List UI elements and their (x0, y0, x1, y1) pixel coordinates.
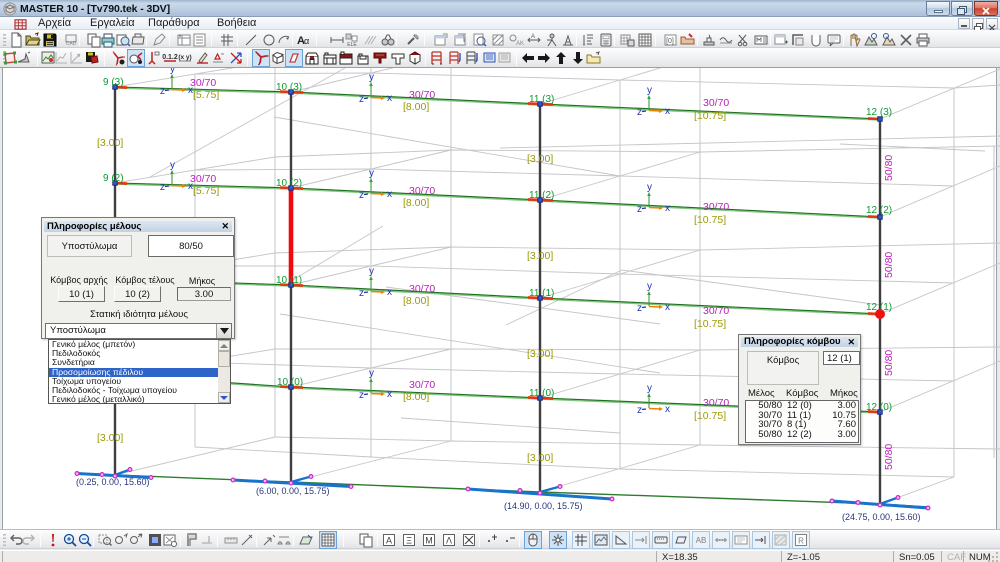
svg-text:x: x (387, 189, 392, 200)
svg-text:α: α (304, 36, 309, 46)
svg-text:[10.75]: [10.75] (694, 110, 726, 122)
svg-text:x: x (188, 181, 193, 192)
svg-text:30/70: 30/70 (409, 89, 435, 101)
svg-text:x: x (665, 302, 670, 313)
svg-text:[5.75]: [5.75] (193, 185, 219, 197)
svg-text:12 (3): 12 (3) (866, 107, 892, 118)
svg-text:z: z (359, 94, 364, 105)
svg-text:z: z (359, 288, 364, 299)
svg-text:0.1.2: 0.1.2 (162, 54, 178, 61)
svg-text:[10.75]: [10.75] (694, 318, 726, 330)
svg-text:9 (3): 9 (3) (103, 77, 124, 88)
svg-text:11 (1): 11 (1) (529, 288, 554, 299)
svg-text:z: z (359, 390, 364, 401)
svg-text:y: y (369, 266, 374, 277)
svg-text:y: y (647, 85, 652, 96)
svg-text:[3.00]: [3.00] (527, 348, 553, 360)
svg-text:[5.75]: [5.75] (193, 89, 219, 101)
svg-text:11 (3): 11 (3) (529, 94, 554, 105)
svg-text:[10.75]: [10.75] (694, 410, 726, 422)
svg-text:(14.90, 0.00, 15.75): (14.90, 0.00, 15.75) (504, 501, 583, 511)
svg-text:x: x (387, 389, 392, 400)
svg-text:50/80: 50/80 (883, 252, 895, 278)
svg-text:y: y (647, 383, 652, 394)
svg-text:10 (2): 10 (2) (276, 178, 302, 189)
svg-text:x: x (665, 404, 670, 415)
svg-text:12 (0): 12 (0) (866, 402, 892, 413)
svg-text:[3.00]: [3.00] (97, 432, 123, 444)
svg-text:[0]: [0] (666, 38, 674, 45)
svg-text:[8.00]: [8.00] (403, 197, 429, 209)
svg-text:[8.00]: [8.00] (403, 101, 429, 113)
svg-text:(6.00, 0.00, 15.75): (6.00, 0.00, 15.75) (256, 486, 330, 496)
svg-text:z: z (160, 182, 165, 193)
svg-text:12 (2): 12 (2) (866, 205, 892, 216)
svg-text:z: z (637, 204, 642, 215)
svg-text:y: y (369, 368, 374, 379)
svg-text:9 (2): 9 (2) (103, 173, 124, 184)
svg-text:z: z (637, 107, 642, 118)
svg-text:30/70: 30/70 (409, 185, 435, 197)
svg-text:[3.00]: [3.00] (527, 153, 553, 165)
svg-text:z: z (359, 190, 364, 201)
svg-text:y: y (369, 168, 374, 179)
svg-text:50/80: 50/80 (883, 350, 895, 376)
svg-text:x: x (665, 203, 670, 214)
svg-text:y: y (647, 182, 652, 193)
svg-text:z: z (637, 303, 642, 314)
svg-text:CAD: CAD (66, 41, 77, 47)
svg-text:A: A (531, 34, 535, 40)
svg-text:R: R (798, 537, 804, 546)
svg-text:11 (0): 11 (0) (529, 388, 554, 399)
svg-text:10 (3): 10 (3) (276, 82, 302, 93)
svg-text:30/70: 30/70 (703, 305, 729, 317)
svg-text:AB: AB (696, 536, 707, 545)
svg-text:30/70: 30/70 (703, 397, 729, 409)
svg-text:x: x (665, 106, 670, 117)
svg-text:AK: AK (516, 41, 524, 47)
svg-text:30/70: 30/70 (703, 201, 729, 213)
svg-text:x: x (387, 287, 392, 298)
svg-text:y: y (170, 160, 175, 171)
svg-text:12 (1): 12 (1) (866, 302, 892, 313)
svg-text:30/70: 30/70 (703, 97, 729, 109)
svg-text:10 (1): 10 (1) (276, 275, 302, 286)
svg-text:[8.00]: [8.00] (403, 391, 429, 403)
svg-text:M: M (425, 536, 433, 546)
svg-text:A: A (386, 536, 392, 546)
svg-text:30/70: 30/70 (409, 283, 435, 295)
svg-text:50/80: 50/80 (883, 155, 895, 181)
svg-text:(0.25, 0.00, 15.60): (0.25, 0.00, 15.60) (76, 477, 150, 487)
svg-text:y: y (369, 72, 374, 83)
svg-text:Ξ: Ξ (406, 536, 412, 546)
svg-text:z: z (637, 405, 642, 416)
svg-text:x: x (387, 93, 392, 104)
svg-text:30/70: 30/70 (409, 379, 435, 391)
svg-text:y: y (647, 281, 652, 292)
svg-text:[8.00]: [8.00] (403, 295, 429, 307)
svg-text:[3.00]: [3.00] (97, 137, 123, 149)
svg-text:x: x (188, 85, 193, 96)
svg-text:[3.00]: [3.00] (527, 452, 553, 464)
svg-text:11 (2): 11 (2) (529, 190, 554, 201)
svg-text:z: z (160, 86, 165, 97)
svg-text:Λ: Λ (446, 536, 452, 546)
svg-text:[3.00]: [3.00] (527, 250, 553, 262)
svg-text:(x y): (x y) (178, 54, 191, 61)
svg-text:10 (0): 10 (0) (277, 377, 303, 388)
svg-text:[10.75]: [10.75] (694, 214, 726, 226)
svg-text:(24.75, 0.00, 15.60): (24.75, 0.00, 15.60) (842, 512, 921, 522)
svg-text:30/70: 30/70 (190, 173, 216, 185)
svg-text:30/70: 30/70 (190, 77, 216, 89)
svg-text:50/80: 50/80 (883, 444, 895, 470)
